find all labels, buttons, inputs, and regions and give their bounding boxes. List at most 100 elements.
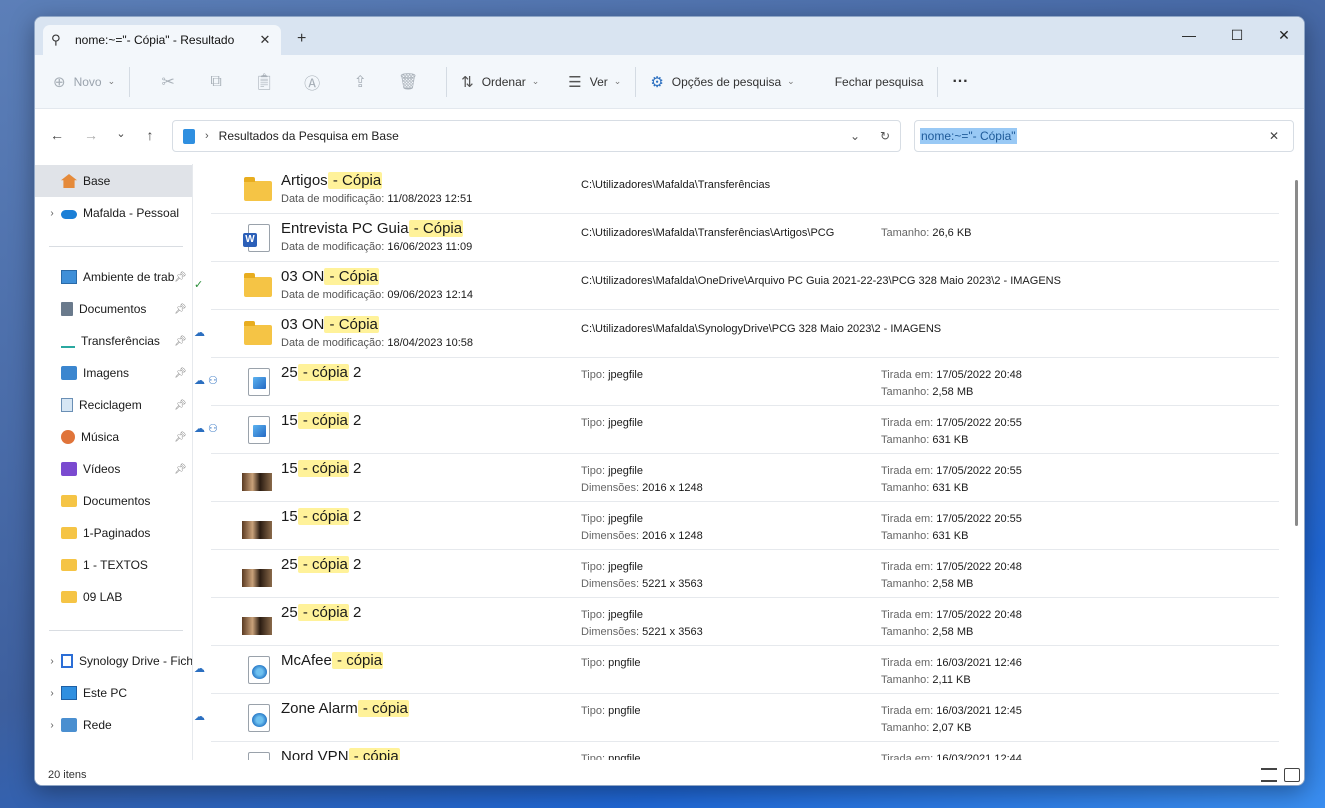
- size-label: Tamanho:: [881, 386, 933, 398]
- sort-button[interactable]: ⇅ Ordenar ⌄: [461, 66, 539, 98]
- taken-label: Tirada em:: [881, 705, 937, 717]
- file-row[interactable]: W Entrevista PC Guia - Cópia Data de modif…: [211, 214, 1279, 262]
- modified-date: Data de modificação: 16/06/2023 11:09: [281, 241, 472, 253]
- rename-icon[interactable]: Ⓐ: [288, 70, 336, 94]
- minimize-button[interactable]: —: [1173, 23, 1205, 47]
- more-options-button[interactable]: ···: [952, 66, 968, 98]
- pictures-icon: [61, 366, 77, 380]
- sidebar-item[interactable]: Transferências 📌︎: [35, 325, 192, 357]
- sidebar-item[interactable]: Música 📌︎: [35, 421, 192, 453]
- file-row[interactable]: ☁ Zone Alarm - cópia Tipo: pngfile Tirada e…: [194, 694, 1279, 742]
- search-query-text[interactable]: nome:~="- Cópia": [920, 128, 1017, 144]
- search-tab[interactable]: ⚲ nome:~="- Cópia" - Resultado ✕: [43, 25, 281, 55]
- details-view-icon[interactable]: [1261, 768, 1277, 782]
- file-name-suffix: 2: [348, 412, 362, 429]
- file-row[interactable]: 15 - cópia 2 Tipo: jpegfile Dimensões: 201…: [211, 454, 1279, 502]
- sidebar-item[interactable]: › Mafalda - Pessoal: [35, 197, 192, 229]
- file-name-base: Entrevista PC Guia: [281, 220, 409, 237]
- file-row[interactable]: ☁ ⚇ 15 - cópia 2 Tipo: jpegfile Tirada em: …: [194, 406, 1279, 454]
- file-row[interactable]: ✓ 03 ON - Cópia Data de modificação: 09/06…: [194, 262, 1279, 310]
- file-dimensions: Dimensões: 5221 x 3563: [581, 626, 703, 638]
- location-icon: [183, 128, 195, 144]
- status-bar: 20 itens: [35, 763, 1304, 785]
- cut-icon[interactable]: ✂: [144, 72, 192, 92]
- breadcrumb[interactable]: Resultados da Pesquisa em Base: [219, 129, 840, 143]
- expand-chevron-icon[interactable]: ›: [43, 720, 61, 731]
- dimensions-value: 5221 x 3563: [642, 626, 703, 638]
- search-match-highlight: - Cópia: [327, 172, 383, 189]
- delete-icon[interactable]: 🗑︎: [384, 72, 432, 92]
- up-arrow-icon[interactable]: ↑: [140, 127, 160, 143]
- file-dimensions: Dimensões: 2016 x 1248: [581, 530, 703, 542]
- search-options-button[interactable]: ⚙ Opções de pesquisa ⌄: [650, 66, 794, 98]
- file-row[interactable]: ☁ 03 ON - Cópia Data de modificação: 18/04…: [194, 310, 1279, 358]
- view-button[interactable]: ☰ Ver ⌄: [568, 66, 621, 98]
- search-match-highlight: - cópia: [297, 412, 349, 429]
- close-button[interactable]: ✕: [1268, 23, 1300, 47]
- sidebar-item[interactable]: 1-Paginados: [35, 517, 192, 549]
- sidebar-item[interactable]: Imagens 📌︎: [35, 357, 192, 389]
- file-row[interactable]: Nord VPN - cópia Tipo: pngfile Tirada em: …: [211, 742, 1279, 760]
- sidebar-item[interactable]: Ambiente de trabalho📌︎: [35, 261, 192, 293]
- taken-value: 17/05/2022 20:55: [936, 465, 1022, 477]
- chevron-down-icon: ⌄: [107, 76, 116, 86]
- expand-chevron-icon[interactable]: ›: [43, 208, 61, 219]
- modified-date: Data de modificação: 09/06/2023 12:14: [281, 289, 473, 301]
- taken-label: Tirada em:: [881, 369, 937, 381]
- new-button[interactable]: ⊕ Novo ⌄: [53, 66, 115, 98]
- date-taken: Tirada em: 17/05/2022 20:55: [881, 513, 1022, 525]
- new-tab-button[interactable]: +: [297, 30, 306, 48]
- share-icon[interactable]: ⇪: [336, 72, 384, 92]
- file-row[interactable]: ☁ ⚇ 25 - cópia 2 Tipo: jpegfile Tirada em: …: [194, 358, 1279, 406]
- search-input[interactable]: nome:~="- Cópia" ✕: [914, 120, 1294, 152]
- file-row[interactable]: 25 - cópia 2 Tipo: jpegfile Dimensões: 522…: [211, 598, 1279, 646]
- clear-search-icon[interactable]: ✕: [1269, 129, 1279, 143]
- refresh-icon[interactable]: ↻: [870, 129, 900, 143]
- photo-thumbnail-icon: [242, 607, 272, 637]
- address-bar[interactable]: › Resultados da Pesquisa em Base ⌄ ↻: [172, 120, 901, 152]
- size-value: 2,58 MB: [932, 578, 974, 590]
- sidebar-item[interactable]: 09 LAB: [35, 581, 192, 613]
- tab-close-icon[interactable]: ✕: [257, 32, 273, 48]
- onedrive-icon: [61, 210, 77, 219]
- close-search-button[interactable]: Fechar pesquisa: [835, 66, 924, 98]
- sidebar-item[interactable]: › Este PC: [35, 677, 192, 709]
- vertical-scrollbar[interactable]: [1295, 180, 1298, 526]
- large-icons-view-icon[interactable]: [1284, 768, 1300, 782]
- sidebar-item[interactable]: Reciclagem 📌︎: [35, 389, 192, 421]
- type-value: jpegfile: [608, 513, 643, 525]
- expand-chevron-icon[interactable]: ›: [43, 688, 61, 699]
- png-file-icon: [242, 751, 272, 760]
- taken-label: Tirada em:: [881, 417, 937, 429]
- file-name: 25 - cópia 2: [281, 604, 361, 621]
- sidebar-item[interactable]: Base: [35, 165, 192, 197]
- maximize-button[interactable]: ☐: [1221, 23, 1253, 47]
- sidebar-item[interactable]: › Rede: [35, 709, 192, 741]
- sidebar-item[interactable]: › Synology Drive - Ficheiros: [35, 645, 192, 677]
- sidebar-item[interactable]: Vídeos 📌︎: [35, 453, 192, 485]
- sidebar-item[interactable]: Documentos 📌︎: [35, 293, 192, 325]
- forward-arrow-icon[interactable]: →: [81, 127, 101, 143]
- file-row[interactable]: 15 - cópia 2 Tipo: jpegfile Dimensões: 201…: [211, 502, 1279, 550]
- sidebar-item[interactable]: 1 - TEXTOS: [35, 549, 192, 581]
- search-match-highlight: - cópia: [297, 604, 349, 621]
- file-dimensions: Dimensões: 2016 x 1248: [581, 482, 703, 494]
- file-path: C:\Utilizadores\Mafalda\Transferências: [581, 179, 771, 191]
- file-name: 15 - cópia 2: [281, 412, 361, 429]
- back-arrow-icon[interactable]: ←: [47, 127, 67, 143]
- breadcrumb-chevron-icon: ›: [205, 130, 209, 142]
- file-row[interactable]: 25 - cópia 2 Tipo: jpegfile Dimensões: 522…: [211, 550, 1279, 598]
- image-file-icon: [242, 367, 272, 397]
- divider: [937, 66, 939, 97]
- file-row[interactable]: ☁ McAfee - cópia Tipo: pngfile Tirada em: 1…: [194, 646, 1279, 694]
- taken-value: 17/05/2022 20:48: [936, 561, 1022, 573]
- expand-chevron-icon[interactable]: ›: [43, 656, 61, 667]
- paste-icon[interactable]: 📋︎: [240, 72, 288, 92]
- copy-icon[interactable]: ⧉: [192, 73, 240, 91]
- file-size: Tamanho: 2,58 MB: [881, 386, 973, 398]
- chevron-down-icon[interactable]: ⌄: [840, 129, 870, 143]
- file-row[interactable]: Artigos - Cópia Data de modificação: 11/0…: [211, 166, 1279, 214]
- recent-chevron-icon[interactable]: ⌄: [111, 127, 131, 140]
- sidebar-item[interactable]: Documentos: [35, 485, 192, 517]
- chevron-down-icon: ⌄: [531, 76, 540, 86]
